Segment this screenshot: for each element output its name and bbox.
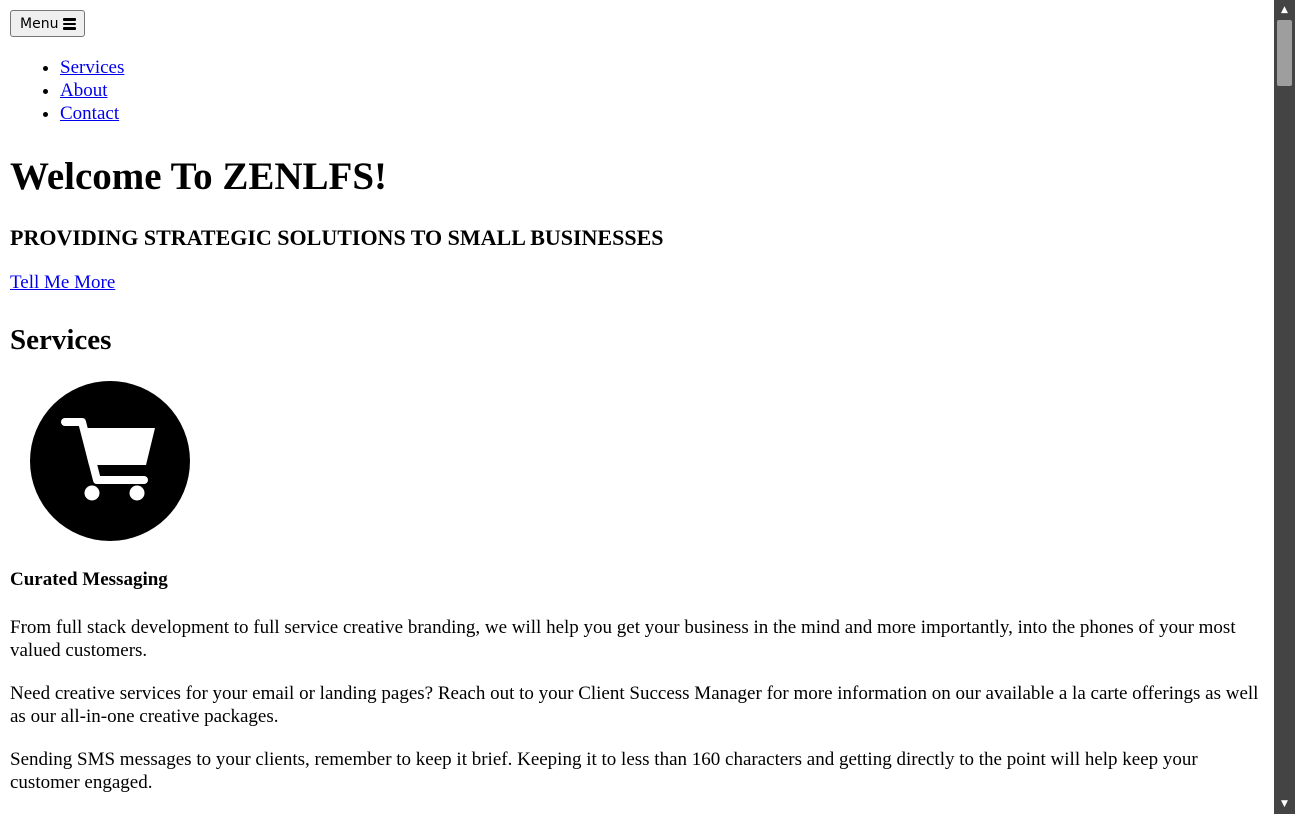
service-title: Curated Messaging (10, 569, 168, 590)
menu-button-label: Menu (20, 15, 59, 32)
service-paragraph-2: Need creative services for your email or… (10, 683, 1259, 727)
scroll-down-arrow-icon[interactable]: ▼ (1274, 796, 1295, 812)
nav-link-services[interactable]: Services (60, 57, 124, 78)
shopping-cart-icon (30, 381, 190, 541)
nav-item-services: Services (60, 56, 1264, 79)
nav-item-about: About (60, 79, 1264, 102)
hamburger-icon (63, 18, 77, 30)
scrollbar-thumb[interactable] (1277, 20, 1292, 86)
services-heading: Services (10, 324, 112, 356)
nav-link-about[interactable]: About (60, 80, 108, 101)
content: Menu Services About Contact Welcome To Z… (0, 0, 1264, 794)
nav-item-contact: Contact (60, 102, 1264, 125)
service-paragraph-1: From full stack development to full serv… (10, 617, 1236, 661)
page: Menu Services About Contact Welcome To Z… (0, 0, 1274, 814)
nav-link-contact[interactable]: Contact (60, 103, 119, 124)
tell-me-more-link[interactable]: Tell Me More (10, 271, 1264, 295)
vertical-scrollbar[interactable]: ▲ ▼ (1274, 0, 1295, 814)
service-paragraph-3: Sending SMS messages to your clients, re… (10, 749, 1198, 793)
nav-list: Services About Contact (10, 56, 1264, 125)
menu-button[interactable]: Menu (10, 10, 86, 37)
tagline: PROVIDING STRATEGIC SOLUTIONS TO SMALL B… (10, 225, 664, 250)
scroll-up-arrow-icon[interactable]: ▲ (1274, 2, 1295, 18)
page-title: Welcome To ZENLFS! (10, 155, 388, 198)
